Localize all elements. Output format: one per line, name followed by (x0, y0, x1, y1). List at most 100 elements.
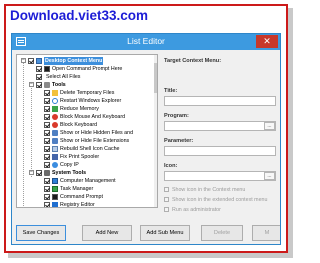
close-button[interactable]: ✕ (256, 35, 278, 48)
cmd-icon (44, 66, 50, 72)
title-bar: List Editor ✕ (12, 34, 280, 50)
program-input[interactable] (164, 121, 276, 131)
icon-input[interactable] (164, 171, 276, 181)
program-browse-button[interactable]: ... (264, 122, 275, 130)
item-checkbox[interactable] (44, 130, 50, 136)
tree-item[interactable]: − Desktop Context Menu (17, 57, 153, 65)
tools-icon (44, 82, 50, 88)
tree-item-label: Delete Temporary Files (60, 90, 115, 96)
block-icon (52, 114, 58, 120)
option-label: Run as administrator (172, 207, 221, 213)
memory-icon (52, 106, 58, 112)
title-input[interactable] (164, 96, 276, 106)
icon-browse-button[interactable]: ... (264, 172, 275, 180)
option-show-icon-extended-menu[interactable]: Show icon in the extended context menu (164, 197, 267, 204)
target-context-menu-label: Target Context Menu: (164, 58, 222, 64)
item-checkbox[interactable] (44, 122, 50, 128)
icon-label: Icon: (164, 163, 178, 169)
block-icon (52, 122, 58, 128)
tree-item-label: Select All Files (46, 74, 81, 80)
collapse-toggle-icon[interactable]: − (29, 170, 34, 175)
item-checkbox[interactable] (44, 98, 50, 104)
registry-icon (52, 202, 58, 207)
item-checkbox[interactable] (44, 106, 50, 112)
item-checkbox[interactable] (44, 194, 50, 200)
item-checkbox[interactable] (36, 170, 42, 176)
item-checkbox[interactable] (44, 178, 50, 184)
option-run-as-admin[interactable]: Run as administrator (164, 207, 221, 214)
desktop-icon (36, 58, 42, 64)
tree-item[interactable]: Command Prompt (33, 193, 153, 201)
item-checkbox[interactable] (36, 82, 42, 88)
tree-item[interactable]: Reduce Memory (33, 105, 153, 113)
parameter-input[interactable] (164, 146, 276, 156)
printer-icon (52, 154, 58, 160)
add-new-button[interactable]: Add New (82, 225, 132, 241)
tree-item[interactable]: Registry Editor (33, 201, 153, 207)
tree-item[interactable]: Show or Hide File Extensions (33, 137, 153, 145)
tree-item-label: Computer Management (60, 178, 116, 184)
tree-item-label: System Tools (52, 170, 87, 176)
item-checkbox[interactable] (44, 90, 50, 96)
item-checkbox[interactable] (44, 202, 50, 207)
tree-item[interactable]: Restart Windows Explorer (33, 97, 153, 105)
item-checkbox[interactable] (36, 74, 42, 80)
item-checkbox[interactable] (44, 154, 50, 160)
tree-item[interactable]: Block Mouse And Keyboard (33, 113, 153, 121)
system-tools-icon (44, 170, 50, 176)
tree-item[interactable]: Block Keyboard (33, 121, 153, 129)
more-button[interactable]: M (252, 225, 280, 241)
save-changes-button[interactable]: Save Changes (16, 225, 66, 241)
tree-item-label: Tools (52, 82, 66, 88)
menu-tree[interactable]: − Desktop Context Menu Open Command Prompt… (16, 54, 158, 208)
tree-item[interactable]: Copy IP (33, 161, 153, 169)
tree-item[interactable]: Delete Temporary Files (33, 89, 153, 97)
task-icon (52, 186, 58, 192)
tree-item[interactable]: − Tools (25, 81, 153, 89)
tree-item[interactable]: − System Tools (25, 169, 153, 177)
checkbox[interactable] (164, 207, 169, 213)
item-checkbox[interactable] (36, 66, 42, 72)
folder-icon (52, 90, 58, 96)
tree-item-label: Command Prompt (60, 194, 103, 200)
option-label: Show icon in the extended context menu (172, 197, 268, 203)
item-checkbox[interactable] (44, 186, 50, 192)
tree-item-label: Task Manager (60, 186, 94, 192)
delete-button[interactable]: Delete (201, 225, 243, 241)
tree-item[interactable]: Task Manager (33, 185, 153, 193)
add-sub-menu-button[interactable]: Add Sub Menu (140, 225, 190, 241)
collapse-toggle-icon[interactable]: − (21, 58, 26, 63)
tree-item-label: Restart Windows Explorer (60, 98, 122, 104)
frame-shadow (288, 8, 293, 255)
checkbox[interactable] (164, 187, 169, 193)
tree-item[interactable]: Select All Files (25, 73, 153, 81)
tree-scrollbar[interactable] (154, 55, 157, 207)
tree-item-label: Reduce Memory (60, 106, 99, 112)
tree-item[interactable]: Computer Management (33, 177, 153, 185)
parameter-label: Parameter: (164, 138, 194, 144)
computer-icon (52, 178, 58, 184)
item-checkbox[interactable] (28, 58, 34, 64)
tree-item-label: Rebuild Shell Icon Cache (60, 146, 120, 152)
tree-item-label: Fix Print Spooler (60, 154, 100, 160)
checkbox[interactable] (164, 197, 169, 203)
tree-item[interactable]: Show or Hide Hidden Files and (33, 129, 153, 137)
window-title: List Editor (127, 36, 165, 46)
scroll-thumb[interactable] (154, 63, 157, 93)
title-label: Title: (164, 88, 178, 94)
item-checkbox[interactable] (44, 138, 50, 144)
tree-item[interactable]: Fix Print Spooler (33, 153, 153, 161)
item-checkbox[interactable] (44, 114, 50, 120)
tree-item[interactable]: Rebuild Shell Icon Cache (33, 145, 153, 153)
frame-shadow-bottom (8, 253, 293, 258)
tree-item-label: Open Command Prompt Here (52, 66, 123, 72)
list-editor-window: List Editor ✕ − Desktop Context Menu Open … (11, 33, 281, 245)
tree-item[interactable]: Open Command Prompt Here (25, 65, 153, 73)
tree-item-label: Desktop Context Menu (44, 57, 104, 65)
globe-icon (52, 162, 58, 168)
item-checkbox[interactable] (44, 146, 50, 152)
option-show-icon-context-menu[interactable]: Show icon in the Context menu (164, 187, 245, 194)
item-checkbox[interactable] (44, 162, 50, 168)
tree-item-label: Copy IP (60, 162, 79, 168)
collapse-toggle-icon[interactable]: − (29, 82, 34, 87)
